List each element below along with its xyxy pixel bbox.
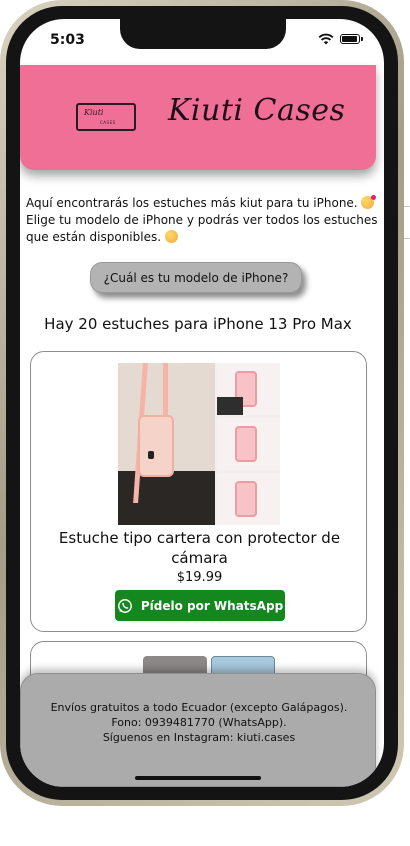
footer-shipping: Envíos gratuitos a todo Ecuador (excepto…	[50, 701, 348, 714]
smiling-face-with-hearts-emoji	[361, 195, 377, 209]
intro-text: Aquí encontrarás los estuches más kiut p…	[26, 195, 378, 246]
intro-line: Aquí encontrarás los estuches más kiut p…	[26, 196, 358, 210]
logo-subtext: CASES	[100, 120, 116, 125]
product-photo-thumb	[217, 363, 280, 415]
status-time: 5:03	[50, 32, 85, 48]
whatsapp-icon	[117, 598, 133, 614]
logo-text: Kiuti	[84, 108, 104, 117]
product-card: Estuche tipo cartera con protector de cá…	[30, 351, 367, 632]
footer-instagram: Síguenos en Instagram: kiuti.cases	[102, 731, 296, 744]
intro-line-2: Elige tu modelo de iPhone y podrás ver t…	[26, 213, 378, 244]
whatsapp-button-label: Pídelo por WhatsApp	[140, 598, 284, 613]
hugging-face-emoji	[164, 230, 178, 243]
home-indicator[interactable]	[135, 776, 261, 780]
page-edge-line	[404, 238, 410, 239]
product-title: Estuche tipo cartera con protector de cá…	[58, 529, 341, 567]
wifi-icon	[318, 33, 334, 45]
footer-text: Envíos gratuitos a todo Ecuador (excepto…	[21, 700, 377, 745]
page-edge-line	[404, 206, 410, 207]
phone-frame: 5:03 Kiuti CASES Kiuti Cases Aquí encont…	[0, 0, 404, 806]
header-banner: Kiuti CASES Kiuti Cases	[20, 65, 376, 170]
product-photo-main	[118, 363, 215, 525]
whatsapp-order-button[interactable]: Pídelo por WhatsApp	[115, 590, 285, 621]
status-icons	[318, 33, 363, 45]
product-price: $19.99	[176, 570, 223, 585]
notch	[120, 19, 286, 49]
battery-icon	[340, 34, 363, 44]
footer-info: Envíos gratuitos a todo Ecuador (excepto…	[20, 673, 376, 787]
product-photo-thumb	[217, 418, 280, 470]
product-photo-thumb	[217, 473, 280, 525]
product-image[interactable]	[118, 363, 280, 525]
case-count-text: Hay 20 estuches para iPhone 13 Pro Max	[44, 315, 352, 333]
brand-title: Kiuti Cases	[168, 93, 346, 128]
brand-logo: Kiuti CASES	[76, 103, 136, 131]
phone-screen: 5:03 Kiuti CASES Kiuti Cases Aquí encont…	[20, 19, 384, 787]
footer-phone: Fono: 0939481770 (WhatsApp).	[111, 716, 287, 729]
select-model-button[interactable]: ¿Cuál es tu modelo de iPhone?	[90, 262, 302, 293]
